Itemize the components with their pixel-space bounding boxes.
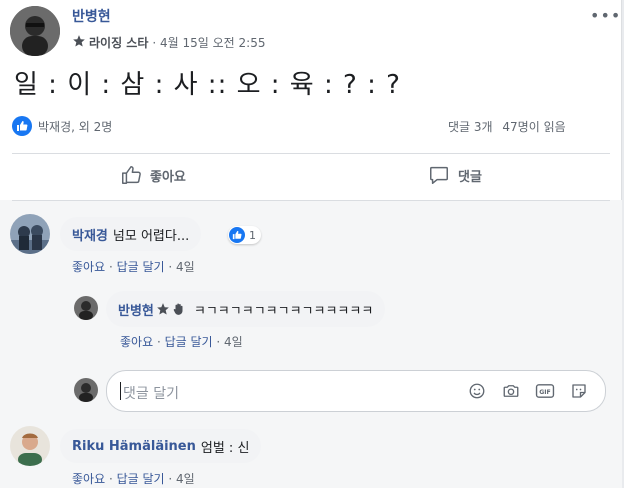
comment-text: 엄벌 : 신: [200, 440, 250, 456]
comment-like-link[interactable]: 좋아요: [72, 260, 105, 274]
author-avatar[interactable]: [10, 6, 60, 56]
like-label: 좋아요: [150, 169, 186, 185]
more-icon[interactable]: •••: [590, 6, 621, 25]
commenter-avatar[interactable]: [10, 214, 50, 254]
like-icon: [229, 227, 245, 243]
comments-section: 박재경 넘모 어렵다... 1 좋아요 · 답글 달기 · 4일 반병현 ㅋㄱㅋ…: [0, 200, 622, 488]
reply-bubble: 반병현 ㅋㄱㅋㄱㅋㄱㅋㄱㅋㄱㅋㅋㅋㅋㅋ: [106, 291, 386, 327]
post-card: 반병현 라이징 스타 · 4월 15일 오전 2:55 ••• 일 : 이 : …: [0, 0, 622, 488]
comment-text: 넘모 어렵다...: [112, 228, 190, 244]
comment-bubble: 박재경 넘모 어렵다...: [60, 217, 202, 251]
reply-time[interactable]: 4일: [224, 335, 243, 349]
input-icon-group: GIF: [467, 381, 589, 401]
post-meta: 라이징 스타 · 4월 15일 오전 2:55: [72, 34, 265, 51]
emoji-icon[interactable]: [467, 381, 487, 401]
divider: [12, 200, 610, 201]
post-timestamp[interactable]: · 4월 15일 오전 2:55: [152, 34, 265, 51]
comment-reply-link[interactable]: 답글 달기: [117, 472, 165, 486]
gif-icon[interactable]: GIF: [535, 381, 555, 401]
reply-input-placeholder[interactable]: 댓글 달기: [120, 382, 179, 403]
view-count: 47명이 읽음: [502, 120, 566, 134]
current-user-avatar: [74, 378, 98, 402]
commenter-name[interactable]: 박재경: [72, 225, 108, 244]
reactions-summary[interactable]: 박재경, 외 2명: [12, 116, 112, 136]
reply-avatar[interactable]: [74, 296, 98, 320]
comment-button[interactable]: 댓글: [428, 164, 482, 186]
reply-actions: 좋아요 · 답글 달기 · 4일: [120, 335, 243, 349]
commenter-name[interactable]: Riku Hämäläinen: [72, 439, 196, 454]
author-name[interactable]: 반병현: [72, 6, 111, 26]
comment-count[interactable]: 댓글 3개: [448, 120, 493, 134]
comment-like-link[interactable]: 좋아요: [72, 472, 105, 486]
wave-icon: [172, 302, 186, 316]
reaction-badge[interactable]: 1: [228, 226, 261, 244]
svg-text:GIF: GIF: [539, 389, 551, 396]
comment-time[interactable]: 4일: [176, 260, 195, 274]
reply-author-name[interactable]: 반병현: [118, 300, 154, 319]
like-button[interactable]: 좋아요: [120, 164, 186, 186]
reactors-text[interactable]: 박재경, 외 2명: [38, 118, 112, 135]
post-text: 일 : 이 : 삼 : 사 :: 오 : 육 : ? : ?: [14, 70, 401, 100]
post-stats: 댓글 3개 47명이 읽음: [448, 118, 572, 135]
divider: [12, 153, 610, 154]
badge-label[interactable]: 라이징 스타: [89, 34, 148, 51]
comment-actions: 좋아요 · 답글 달기 · 4일: [72, 472, 195, 486]
reply-input[interactable]: 댓글 달기 GIF: [106, 370, 606, 412]
like-icon: [12, 116, 32, 136]
reply-text: ㅋㄱㅋㄱㅋㄱㅋㄱㅋㄱㅋㅋㅋㅋㅋ: [193, 303, 374, 319]
reply-reply-link[interactable]: 답글 달기: [165, 335, 213, 349]
comment-reply-link[interactable]: 답글 달기: [117, 260, 165, 274]
comment-time[interactable]: 4일: [176, 472, 195, 486]
commenter-avatar[interactable]: [10, 426, 50, 466]
star-icon: [156, 302, 170, 316]
like-icon: [122, 166, 141, 184]
comment-bubble: Riku Hämäläinen 엄벌 : 신: [60, 429, 262, 463]
reply-like-link[interactable]: 좋아요: [120, 335, 153, 349]
reaction-count: 1: [249, 228, 256, 242]
comment-icon: [430, 166, 448, 184]
sticker-icon[interactable]: [569, 381, 589, 401]
comment-actions: 좋아요 · 답글 달기 · 4일: [72, 260, 195, 274]
comment-label: 댓글: [458, 169, 482, 185]
star-icon: [72, 34, 86, 51]
camera-icon[interactable]: [501, 381, 521, 401]
